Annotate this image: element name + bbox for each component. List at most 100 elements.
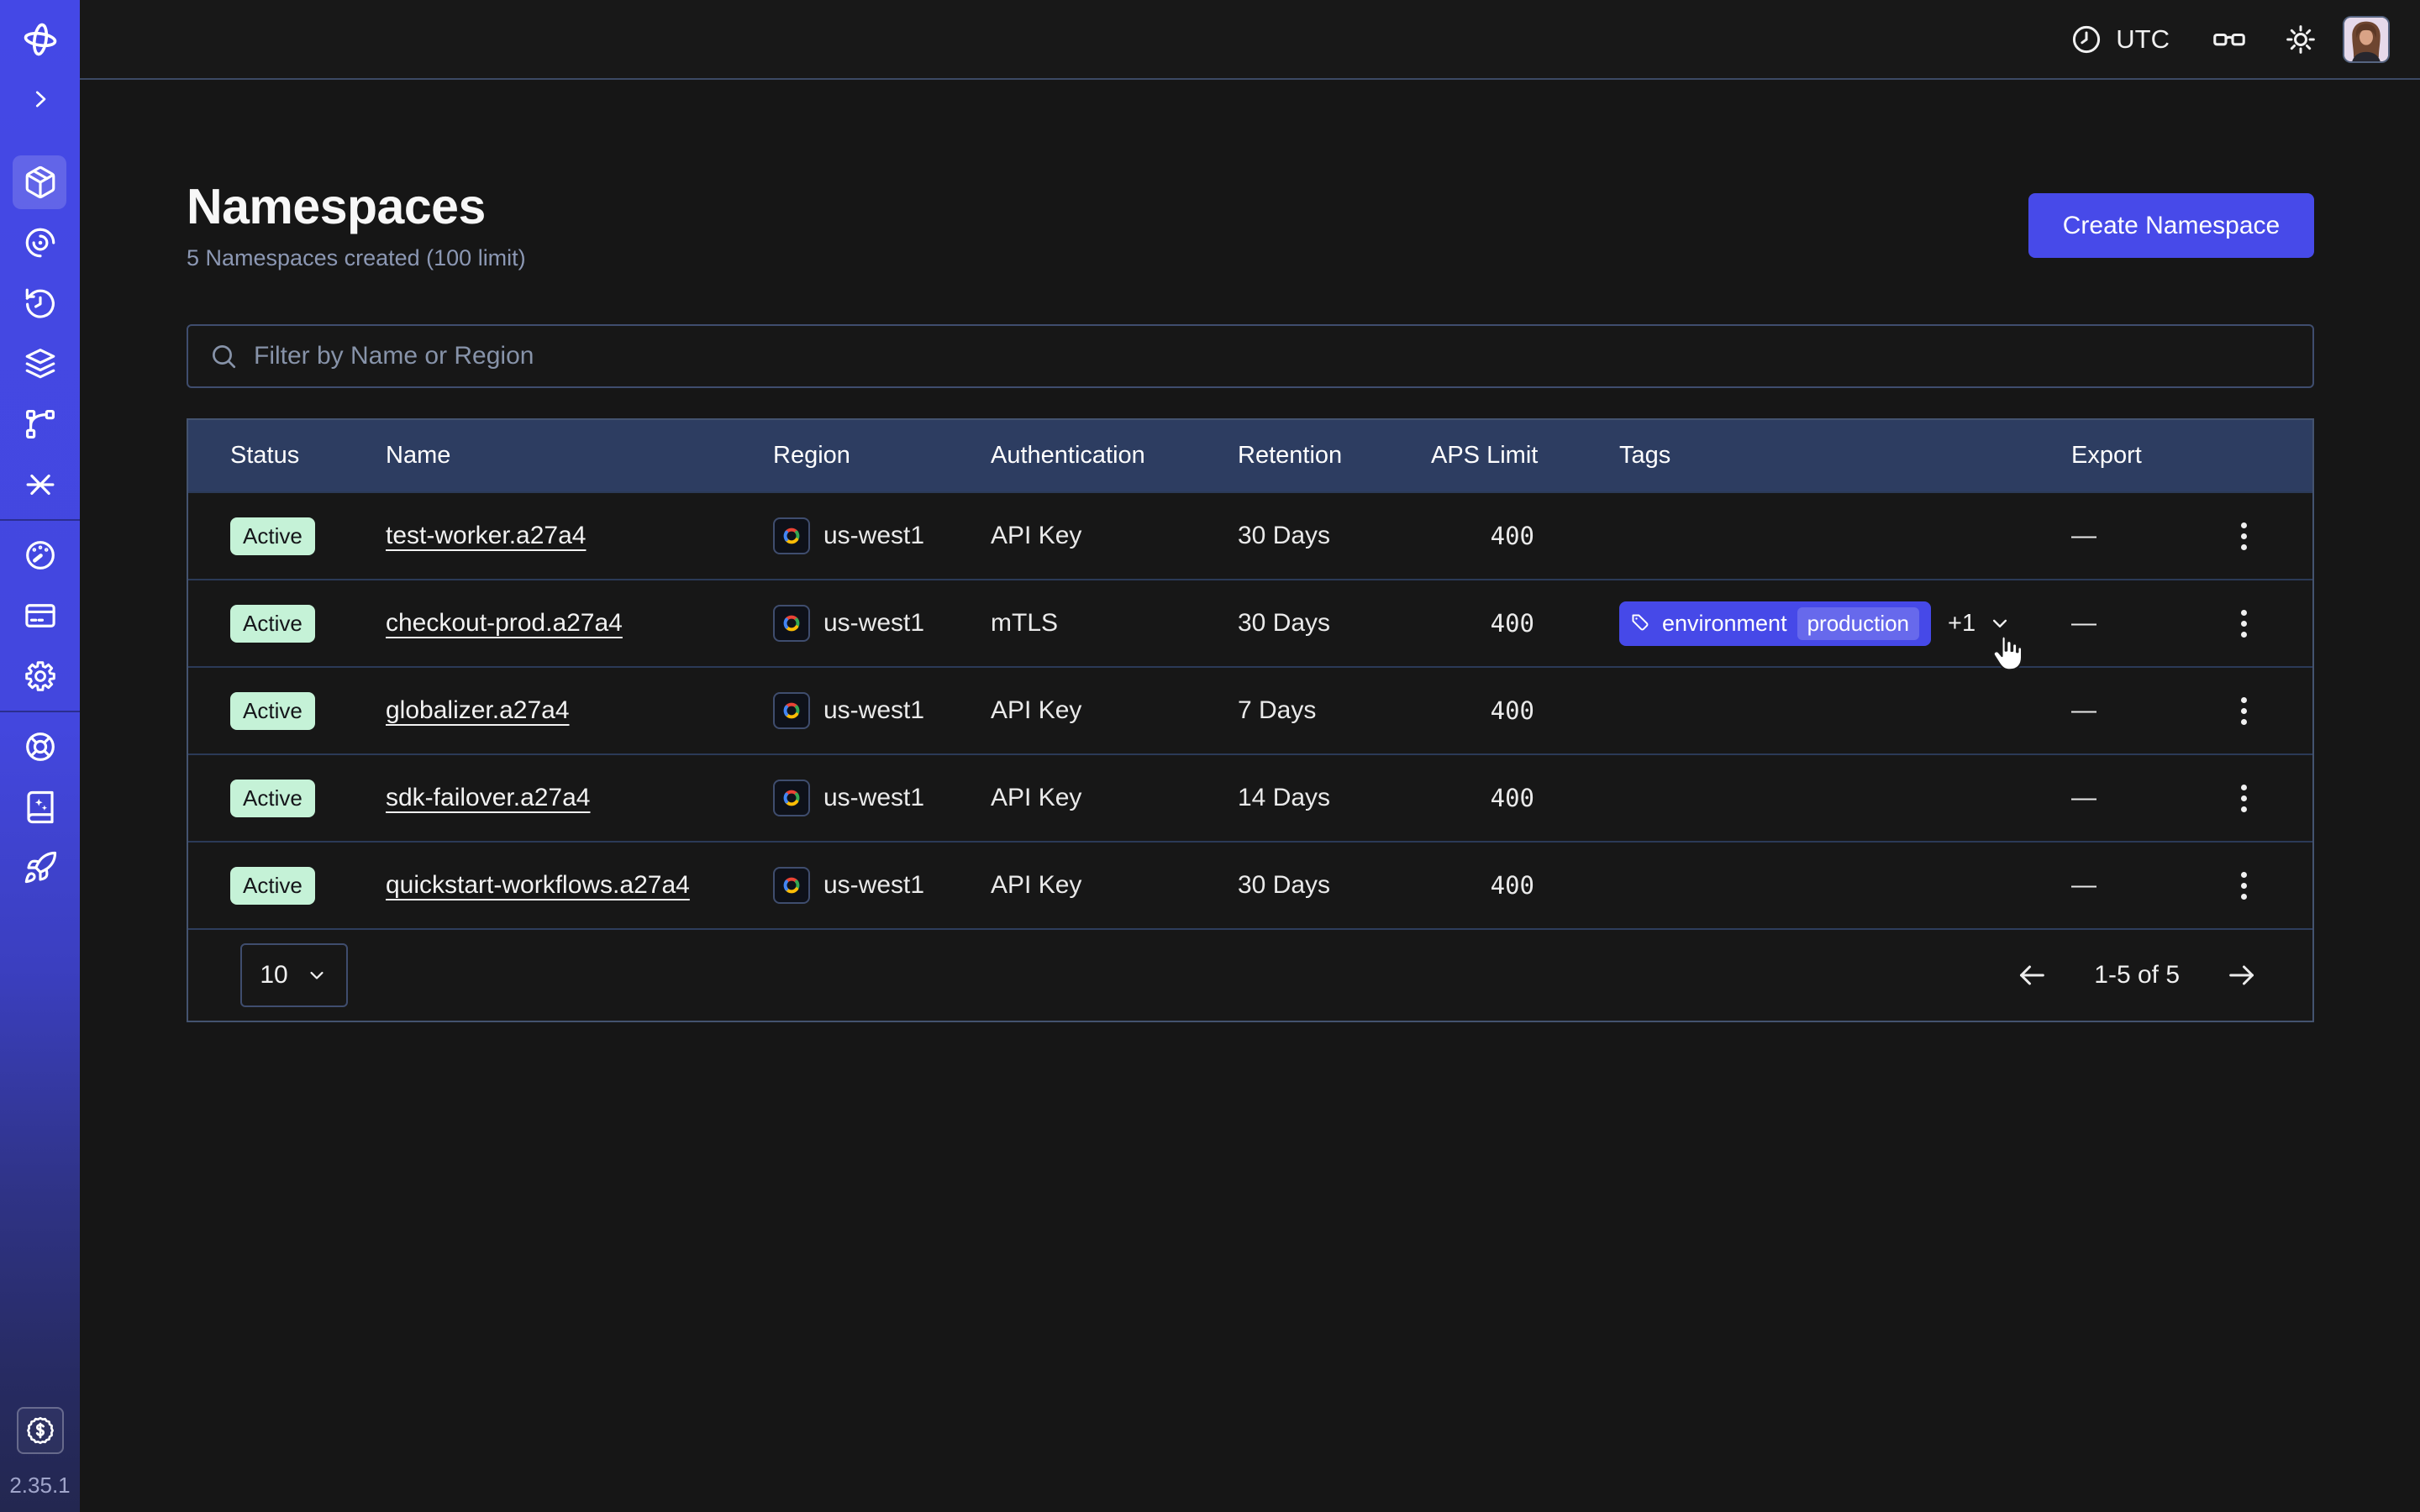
sun-icon <box>2284 23 2317 56</box>
col-header-authentication: Authentication <box>991 442 1238 470</box>
export-value: — <box>2071 784 2096 812</box>
create-namespace-button[interactable]: Create Namespace <box>2028 193 2314 258</box>
sidebar-item-billing[interactable] <box>0 585 80 646</box>
col-header-tags: Tags <box>1619 442 2071 470</box>
retention-value: 30 Days <box>1238 522 1431 550</box>
gcp-cloud-icon <box>773 867 810 904</box>
page-size-select[interactable]: 10 <box>240 943 348 1007</box>
pagination: 1-5 of 5 <box>2015 958 2259 992</box>
getting-started-rocket-icon <box>23 850 58 885</box>
auth-value: API Key <box>991 696 1238 725</box>
namespace-link[interactable]: globalizer.a27a4 <box>386 696 570 724</box>
row-menu-button[interactable] <box>2234 778 2254 819</box>
sidebar-bottom: 2.35.1 <box>0 1407 80 1512</box>
credits-button[interactable] <box>17 1407 64 1454</box>
auth-value: mTLS <box>991 609 1238 638</box>
status-badge: Active <box>230 780 315 817</box>
col-header-status: Status <box>188 442 386 470</box>
batch-asterisk-icon <box>23 467 58 502</box>
namespace-link[interactable]: sdk-failover.a27a4 <box>386 784 591 811</box>
next-page-button[interactable] <box>2225 958 2259 992</box>
sidebar-item-getting-started[interactable] <box>0 837 80 898</box>
docs-book-icon <box>23 790 58 825</box>
row-menu-button[interactable] <box>2234 603 2254 644</box>
sidebar-divider <box>0 519 80 521</box>
namespace-link[interactable]: checkout-prod.a27a4 <box>386 609 623 637</box>
region-label: us-west1 <box>823 784 924 812</box>
sidebar-expand-chevron-icon[interactable] <box>28 82 53 116</box>
status-badge: Active <box>230 692 315 730</box>
export-value: — <box>2071 871 2096 900</box>
table-row: Active checkout-prod.a27a4 us-west1 mTLS… <box>188 579 2312 666</box>
main-content: Namespaces 5 Namespaces created (100 lim… <box>80 80 2420 1512</box>
credits-seal-dollar-icon <box>24 1415 56 1446</box>
sidebar-item-support[interactable] <box>0 717 80 777</box>
app-version: 2.35.1 <box>9 1473 70 1499</box>
temporal-logo-icon <box>21 18 60 60</box>
dev-mode-button[interactable] <box>2211 21 2248 58</box>
clock-icon <box>2070 23 2103 56</box>
aps-value: 400 <box>1431 871 1619 900</box>
region-label: us-west1 <box>823 871 924 900</box>
search-icon <box>208 341 239 371</box>
arrow-right-icon <box>2225 958 2259 992</box>
sidebar-item-namespaces[interactable] <box>0 152 80 213</box>
pagination-range-label: 1-5 of 5 <box>2094 961 2180 990</box>
retention-value: 14 Days <box>1238 784 1431 812</box>
table-header-row: Status Name Region Authentication Retent… <box>188 420 2312 491</box>
sidebar-item-settings[interactable] <box>0 646 80 706</box>
previous-page-button[interactable] <box>2015 958 2049 992</box>
nexus-branch-icon <box>23 407 58 442</box>
tag-chip[interactable]: environment production <box>1619 601 1931 646</box>
tags-expand-button[interactable] <box>1987 611 2012 636</box>
auth-value: API Key <box>991 522 1238 550</box>
sidebar-item-nexus[interactable] <box>0 394 80 454</box>
user-avatar[interactable] <box>2343 16 2390 63</box>
gcp-cloud-icon <box>773 692 810 729</box>
filter-input[interactable] <box>254 342 2292 370</box>
row-menu-button[interactable] <box>2234 865 2254 906</box>
sidebar-item-docs[interactable] <box>0 777 80 837</box>
col-header-retention: Retention <box>1238 442 1431 470</box>
table-row: Active test-worker.a27a4 us-west1 API Ke… <box>188 491 2312 579</box>
aps-value: 400 <box>1431 609 1619 638</box>
aps-value: 400 <box>1431 522 1619 550</box>
glasses-icon <box>2211 21 2248 58</box>
retention-value: 7 Days <box>1238 696 1431 725</box>
col-header-region: Region <box>773 442 991 470</box>
retention-value: 30 Days <box>1238 871 1431 900</box>
timezone-button[interactable]: UTC <box>2070 23 2170 56</box>
billing-card-icon <box>23 598 58 633</box>
namespace-link[interactable]: quickstart-workflows.a27a4 <box>386 871 690 899</box>
table-footer: 10 1-5 of 5 <box>188 928 2312 1021</box>
settings-gear-icon <box>23 659 58 694</box>
sidebar-item-workflows[interactable] <box>0 213 80 273</box>
region-label: us-west1 <box>823 609 924 638</box>
table-row: Active globalizer.a27a4 us-west1 API Key… <box>188 666 2312 753</box>
page-title: Namespaces <box>187 178 486 235</box>
theme-toggle-button[interactable] <box>2284 23 2317 56</box>
tags-cell: environment production +1 <box>1619 601 2071 646</box>
table-row: Active quickstart-workflows.a27a4 us-wes… <box>188 841 2312 928</box>
sidebar-item-usage[interactable] <box>0 525 80 585</box>
tag-icon <box>1630 612 1652 634</box>
row-menu-button[interactable] <box>2234 516 2254 557</box>
sidebar-item-deployments[interactable] <box>0 333 80 394</box>
export-value: — <box>2071 609 2096 638</box>
page-subtitle: 5 Namespaces created (100 limit) <box>187 245 526 271</box>
deployments-layers-icon <box>23 346 58 381</box>
region-label: us-west1 <box>823 522 924 550</box>
tag-value: production <box>1797 607 1919 640</box>
sidebar-divider <box>0 711 80 712</box>
aps-value: 400 <box>1431 784 1619 812</box>
row-menu-button[interactable] <box>2234 690 2254 732</box>
filter-bar <box>187 324 2314 388</box>
status-badge: Active <box>230 867 315 905</box>
sidebar-item-schedules[interactable] <box>0 273 80 333</box>
topbar: UTC <box>80 0 2420 80</box>
namespace-link[interactable]: test-worker.a27a4 <box>386 522 586 549</box>
table-row: Active sdk-failover.a27a4 us-west1 API K… <box>188 753 2312 841</box>
chevron-down-icon <box>305 963 329 987</box>
arrow-left-icon <box>2015 958 2049 992</box>
sidebar-item-batch-operations[interactable] <box>0 454 80 515</box>
